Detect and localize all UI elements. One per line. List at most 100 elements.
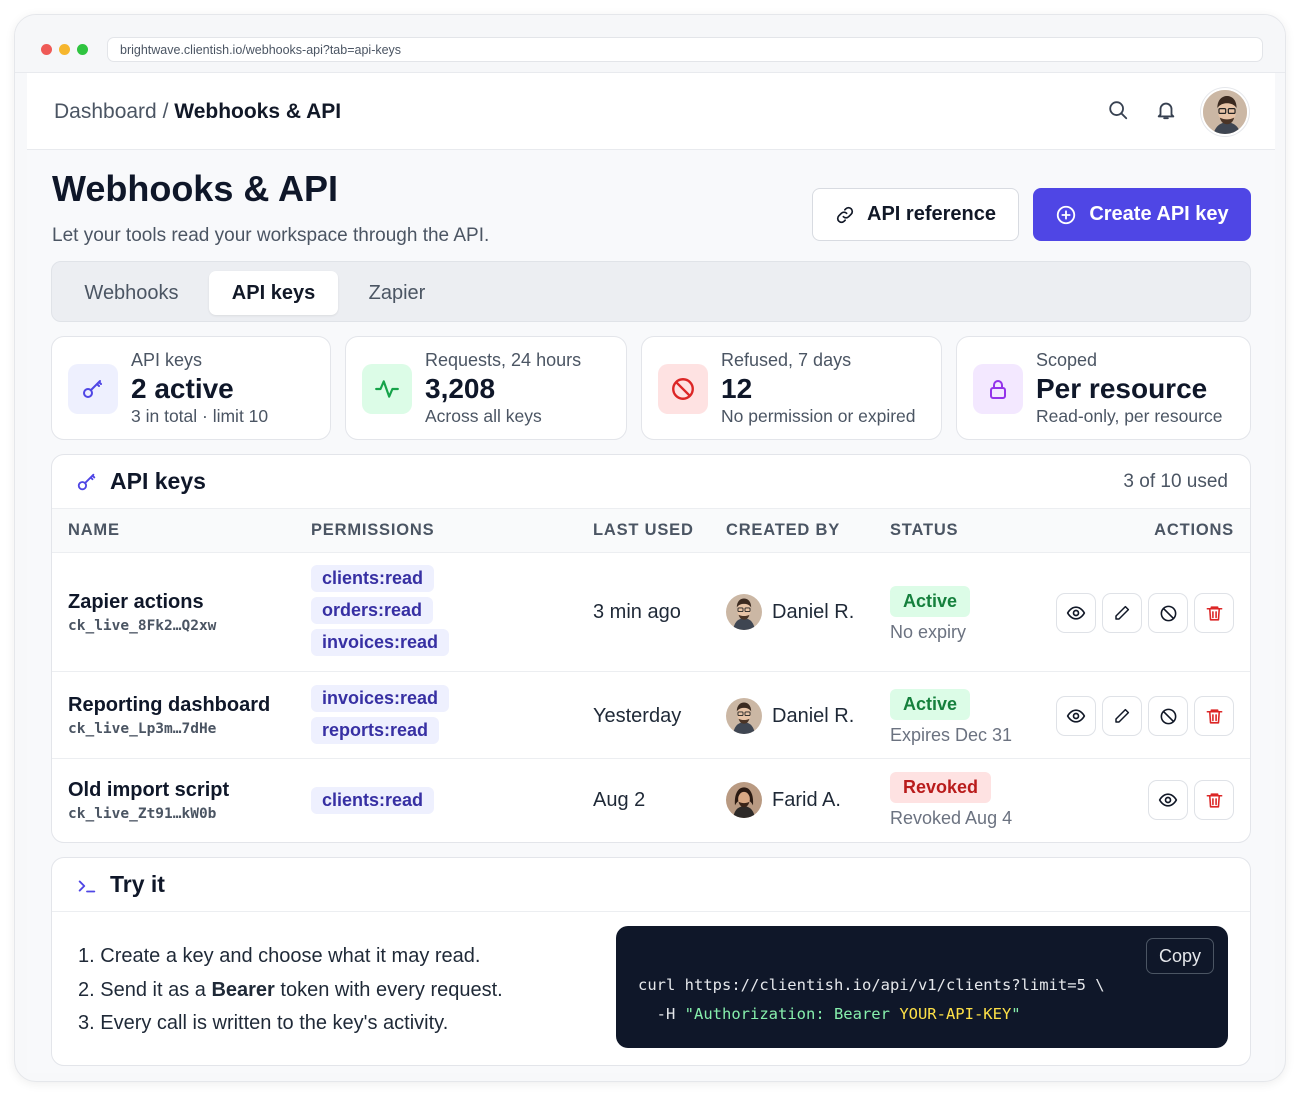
app: Dashboard / Webhooks & API Webhooks & AP… (27, 73, 1275, 1073)
avatar (726, 594, 762, 630)
key-id: ck_live_Zt91…kW0b (68, 806, 217, 822)
key-id: ck_live_8Fk2…Q2xw (68, 618, 217, 634)
revoke-key-button[interactable] (1148, 696, 1188, 736)
stat-sub: Read-only, per resource (1036, 406, 1223, 426)
api-keys-card: API keys 3 of 10 used NAME PERMISSIONS L… (51, 454, 1251, 843)
edit-key-button[interactable] (1102, 696, 1142, 736)
step-item: 2. Send it as a Bearer token with every … (78, 978, 503, 1001)
tab-api-keys[interactable]: API keys (209, 271, 338, 315)
search-icon[interactable] (1105, 97, 1131, 123)
column-header: PERMISSIONS (311, 521, 435, 539)
maximize-window-dot[interactable] (77, 44, 88, 55)
stat-label: Scoped (1036, 350, 1098, 370)
created-by: Daniel R. (726, 594, 854, 630)
create-api-key-button[interactable]: Create API key (1033, 188, 1251, 241)
table-header: NAME PERMISSIONS LAST USED CREATED BY ST… (52, 509, 1250, 553)
step-bold: Bearer (211, 978, 275, 1001)
stat-card-api-keys: API keys 2 active 3 in total · limit 10 (51, 336, 331, 440)
breadcrumb: Dashboard / Webhooks & API (54, 100, 341, 124)
copy-button[interactable]: Copy (1146, 938, 1214, 974)
plus-circle-icon (1057, 205, 1076, 224)
created-by: Farid A. (726, 782, 841, 818)
pencil-icon (1113, 707, 1131, 725)
link-icon (836, 206, 854, 223)
status-detail: Expires Dec 31 (890, 725, 1013, 745)
tab-zapier[interactable]: Zapier (344, 271, 450, 315)
permission-tag: invoices:read (311, 629, 450, 656)
view-key-button[interactable] (1056, 593, 1096, 633)
table-row: Old import script ck_live_Zt91…kW0b clie… (52, 759, 1250, 842)
eye-icon (1066, 706, 1086, 726)
key-icon (77, 473, 96, 491)
card-title: Try it (110, 871, 165, 897)
breadcrumb-root[interactable]: Dashboard (54, 100, 157, 123)
last-used: Aug 2 (593, 789, 646, 811)
page-subtitle: Let your tools read your workspace throu… (52, 225, 490, 246)
code-line: curl https://clientish.io/api/v1/clients… (638, 976, 1105, 994)
permission-tag: clients:read (311, 565, 435, 592)
card-header: Try it (52, 858, 1250, 912)
delete-key-button[interactable] (1194, 593, 1234, 633)
creator-name: Daniel R. (772, 704, 855, 727)
table-row: Reporting dashboard ck_live_Lp3m…7dHe in… (52, 672, 1250, 759)
eye-icon (1066, 603, 1086, 623)
stat-sub: No permission or expired (721, 406, 916, 426)
delete-key-button[interactable] (1194, 696, 1234, 736)
creator-name: Daniel R. (772, 600, 855, 623)
page-title: Webhooks & API (52, 168, 339, 209)
trash-icon (1205, 707, 1224, 726)
view-key-button[interactable] (1056, 696, 1096, 736)
tab-bar: Webhooks API keys Zapier (51, 261, 1251, 322)
code-line: -H "Authorization: Bearer YOUR-API-KEY" (638, 1005, 1021, 1023)
key-id: ck_live_Lp3m…7dHe (68, 721, 217, 737)
stat-value: 12 (721, 373, 753, 404)
step-text: Send it as a (100, 978, 212, 1001)
breadcrumb-separator: / (156, 100, 175, 123)
lock-icon (973, 364, 1023, 414)
stat-card-requests: Requests, 24 hours 3,208 Across all keys (345, 336, 627, 440)
created-by: Daniel R. (726, 698, 854, 734)
delete-key-button[interactable] (1194, 780, 1234, 820)
create-api-key-label: Create API key (1089, 203, 1229, 225)
activity-icon (362, 364, 412, 414)
pencil-icon (1113, 604, 1131, 622)
stat-value: 3,208 (425, 373, 496, 404)
minimize-window-dot[interactable] (59, 44, 70, 55)
permission-tag: reports:read (311, 717, 440, 744)
column-header: LAST USED (593, 521, 694, 539)
tab-webhooks[interactable]: Webhooks (60, 271, 203, 315)
status-detail: Revoked Aug 4 (890, 808, 1013, 828)
view-key-button[interactable] (1148, 780, 1188, 820)
avatar (726, 782, 762, 818)
step-item: 3. Every call is written to the key's ac… (78, 1012, 449, 1034)
column-header: NAME (68, 521, 120, 539)
code-block: Copy curl https://clientish.io/api/v1/cl… (616, 926, 1228, 1048)
revoke-key-button[interactable] (1148, 593, 1188, 633)
bell-icon[interactable] (1153, 97, 1179, 123)
ban-icon (658, 364, 708, 414)
column-header: STATUS (890, 521, 959, 539)
close-window-dot[interactable] (41, 44, 52, 55)
key-icon (68, 364, 118, 414)
status-badge: Revoked (890, 772, 992, 803)
permission-tag: clients:read (311, 787, 435, 814)
status-badge: Active (890, 586, 971, 617)
stat-card-refused: Refused, 7 days 12 No permission or expi… (641, 336, 942, 440)
stat-label: Refused, 7 days (721, 350, 852, 370)
stat-sub: Across all keys (425, 406, 542, 426)
api-reference-label: API reference (867, 203, 996, 225)
address-bar[interactable]: brightwave.clientish.io/webhooks-api?tab… (107, 37, 1263, 62)
column-header: CREATED BY (726, 521, 841, 539)
permission-tag: invoices:read (311, 685, 450, 712)
status-badge: Active (890, 689, 971, 720)
step-text: Every call is written to the key's activ… (100, 1012, 449, 1034)
user-avatar[interactable] (1201, 88, 1249, 136)
last-used: Yesterday (593, 705, 682, 727)
stat-value: 2 active (131, 373, 234, 404)
edit-key-button[interactable] (1102, 593, 1142, 633)
api-reference-button[interactable]: API reference (812, 188, 1019, 241)
step-text: token with every request. (274, 978, 503, 1001)
status-detail: No expiry (890, 622, 967, 642)
topbar: Dashboard / Webhooks & API (27, 73, 1275, 150)
code-string: "Authorization: Bearer (684, 1005, 900, 1023)
